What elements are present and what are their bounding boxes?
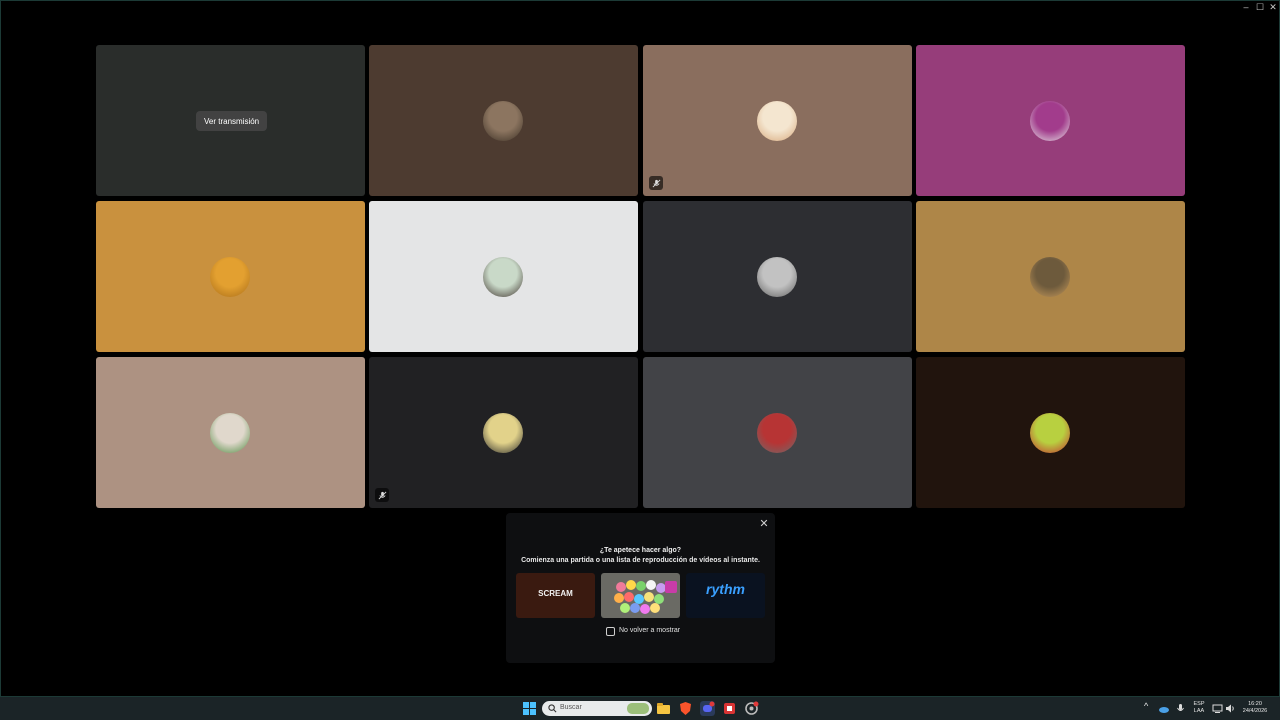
app-window: – ☐ ✕ Ver transmisión ✕ ¿Te apetece hace… <box>0 0 1280 697</box>
title-bar: – ☐ ✕ <box>1 1 1279 13</box>
colorful-game-art <box>614 580 677 614</box>
gray-avatar <box>757 257 797 297</box>
onedrive-icon[interactable] <box>1158 703 1169 714</box>
avocado-avatar <box>1030 413 1070 453</box>
discord-icon[interactable] <box>700 701 715 716</box>
settings-app-icon[interactable] <box>744 701 759 716</box>
participant-tile[interactable] <box>643 45 912 196</box>
clock[interactable]: 16:20 24/4/2026 <box>1240 701 1270 715</box>
dont-show-again-label: No volver a mostrar <box>619 627 681 634</box>
participant-tile[interactable] <box>643 201 912 352</box>
anime-avatar <box>1030 101 1070 141</box>
search-highlight-icon <box>627 703 649 714</box>
frog-avatar <box>483 413 523 453</box>
search-icon <box>548 704 557 713</box>
taskbar: Buscar ^ ESP LAA 16:20 24/4/2026 <box>0 697 1280 720</box>
group-avatar <box>1030 257 1070 297</box>
close-popup-button[interactable]: ✕ <box>757 516 771 530</box>
participant-tile[interactable] <box>916 201 1185 352</box>
photo-avatar <box>210 413 250 453</box>
activity-card-game[interactable] <box>601 573 680 618</box>
activity-label: SCREAM <box>538 589 573 598</box>
girl-avatar <box>483 257 523 297</box>
participant-tile[interactable] <box>369 357 638 508</box>
activity-card-scream[interactable]: SCREAM <box>516 573 595 618</box>
muted-mic-icon <box>649 176 663 190</box>
language-indicator[interactable]: ESP LAA <box>1190 701 1208 715</box>
keyboard-layout: LAA <box>1193 708 1205 714</box>
file-explorer-icon[interactable] <box>656 701 671 716</box>
participant-tile[interactable] <box>916 45 1185 196</box>
participant-tile[interactable] <box>643 357 912 508</box>
brave-browser-icon[interactable] <box>678 701 693 716</box>
language-code: ESP <box>1193 701 1205 707</box>
participant-tile[interactable] <box>369 201 638 352</box>
participant-tile[interactable] <box>96 357 365 508</box>
fruit-avatar <box>210 257 250 297</box>
participant-tile[interactable] <box>369 45 638 196</box>
popup-title: ¿Te apetece hacer algo? <box>599 547 682 554</box>
search-placeholder: Buscar <box>560 704 582 711</box>
robot-avatar <box>757 413 797 453</box>
dont-show-again-checkbox[interactable] <box>606 627 615 636</box>
activity-card-rythm[interactable]: rythm <box>686 573 765 618</box>
cartoon-avatar <box>757 101 797 141</box>
close-window-button[interactable]: ✕ <box>1265 1 1280 13</box>
participant-tile[interactable] <box>96 201 365 352</box>
cat-avatar <box>483 101 523 141</box>
volume-icon[interactable] <box>1225 703 1236 714</box>
participant-tile[interactable] <box>916 357 1185 508</box>
watch-stream-button[interactable]: Ver transmisión <box>196 111 268 131</box>
microphone-icon[interactable] <box>1175 703 1186 714</box>
activities-popup: ✕ ¿Te apetece hacer algo? Comienza una p… <box>506 513 775 663</box>
date-text: 24/4/2026 <box>1242 708 1268 714</box>
stream-tile[interactable]: Ver transmisión <box>96 45 365 196</box>
activity-label: rythm <box>706 581 745 597</box>
muted-mic-icon <box>375 488 389 502</box>
participants-grid: Ver transmisión <box>96 45 1186 508</box>
time-text: 16:20 <box>1248 701 1262 707</box>
windows-start-icon[interactable] <box>522 701 537 716</box>
tray-overflow-chevron-icon[interactable]: ^ <box>1144 702 1148 711</box>
red-app-icon[interactable] <box>722 701 737 716</box>
popup-subtitle: Comienza una partida o una lista de repr… <box>521 557 760 564</box>
network-icon[interactable] <box>1212 703 1223 714</box>
taskbar-search[interactable]: Buscar <box>542 701 652 716</box>
